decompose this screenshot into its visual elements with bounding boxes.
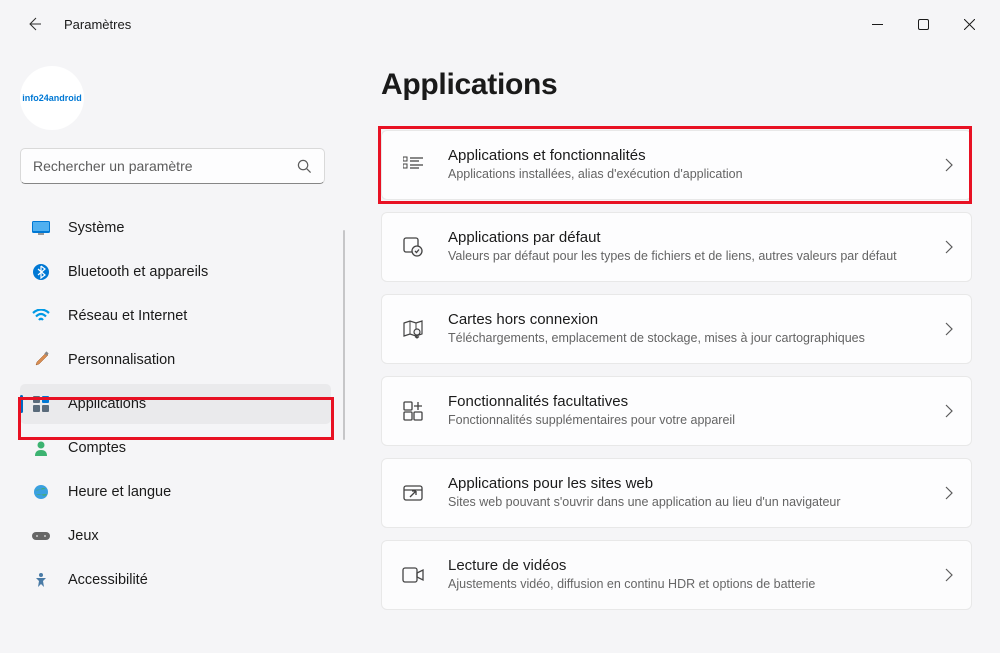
search-icon bbox=[297, 159, 312, 174]
close-button[interactable] bbox=[946, 8, 992, 40]
settings-card-list: Applications et fonctionnalités Applicat… bbox=[381, 130, 972, 610]
sidebar-item-personalization[interactable]: Personnalisation bbox=[20, 340, 331, 380]
maximize-button[interactable] bbox=[900, 8, 946, 40]
card-optional-features[interactable]: Fonctionnalités facultatives Fonctionnal… bbox=[381, 376, 972, 446]
card-apps-for-websites[interactable]: Applications pour les sites web Sites we… bbox=[381, 458, 972, 528]
sidebar-item-accounts[interactable]: Comptes bbox=[20, 428, 331, 468]
card-offline-maps[interactable]: Cartes hors connexion Téléchargements, e… bbox=[381, 294, 972, 364]
map-pin-icon bbox=[400, 319, 426, 339]
maximize-icon bbox=[918, 19, 929, 30]
close-icon bbox=[964, 19, 975, 30]
sidebar-item-label: Bluetooth et appareils bbox=[68, 264, 208, 280]
sidebar-item-time-language[interactable]: Heure et langue bbox=[20, 472, 331, 512]
card-subtitle: Sites web pouvant s'ouvrir dans une appl… bbox=[448, 494, 945, 511]
sidebar-item-label: Applications bbox=[68, 396, 146, 412]
sidebar-item-network[interactable]: Réseau et Internet bbox=[20, 296, 331, 336]
search-input-wrapper[interactable] bbox=[20, 148, 325, 184]
minimize-icon bbox=[872, 19, 883, 30]
brush-icon bbox=[32, 351, 50, 369]
sidebar-scrollbar[interactable] bbox=[343, 230, 345, 440]
sidebar-item-label: Jeux bbox=[68, 528, 99, 544]
card-title: Cartes hors connexion bbox=[448, 311, 945, 328]
card-title: Applications pour les sites web bbox=[448, 475, 945, 492]
card-title: Lecture de vidéos bbox=[448, 557, 945, 574]
card-subtitle: Ajustements vidéo, diffusion en continu … bbox=[448, 576, 945, 593]
sidebar-item-bluetooth[interactable]: Bluetooth et appareils bbox=[20, 252, 331, 292]
nav-list: Système Bluetooth et appareils Réseau et… bbox=[20, 208, 345, 600]
sidebar: info24android Système Bluetooth et appar… bbox=[0, 48, 345, 653]
chevron-right-icon bbox=[945, 158, 953, 172]
sidebar-item-label: Comptes bbox=[68, 440, 126, 456]
list-details-icon bbox=[400, 156, 426, 174]
chevron-right-icon bbox=[945, 486, 953, 500]
sidebar-item-system[interactable]: Système bbox=[20, 208, 331, 248]
sidebar-item-label: Système bbox=[68, 220, 124, 236]
sidebar-item-label: Accessibilité bbox=[68, 572, 148, 588]
card-apps-features[interactable]: Applications et fonctionnalités Applicat… bbox=[381, 130, 972, 200]
chevron-right-icon bbox=[945, 568, 953, 582]
card-subtitle: Valeurs par défaut pour les types de fic… bbox=[448, 248, 945, 265]
sidebar-item-applications[interactable]: Applications bbox=[20, 384, 331, 424]
open-window-icon bbox=[400, 483, 426, 503]
globe-icon bbox=[32, 483, 50, 501]
sidebar-item-label: Heure et langue bbox=[68, 484, 171, 500]
card-title: Applications et fonctionnalités bbox=[448, 147, 945, 164]
search-input[interactable] bbox=[33, 158, 297, 174]
card-subtitle: Téléchargements, emplacement de stockage… bbox=[448, 330, 945, 347]
card-default-apps[interactable]: Applications par défaut Valeurs par défa… bbox=[381, 212, 972, 282]
person-icon bbox=[32, 439, 50, 457]
apps-icon bbox=[32, 395, 50, 413]
video-icon bbox=[400, 567, 426, 583]
titlebar: Paramètres bbox=[0, 0, 1000, 48]
sidebar-item-label: Réseau et Internet bbox=[68, 308, 187, 324]
chevron-right-icon bbox=[945, 404, 953, 418]
gamepad-icon bbox=[32, 527, 50, 545]
avatar[interactable]: info24android bbox=[20, 66, 84, 130]
card-title: Applications par défaut bbox=[448, 229, 945, 246]
bluetooth-icon bbox=[32, 263, 50, 281]
back-button[interactable] bbox=[24, 14, 44, 34]
arrow-left-icon bbox=[26, 16, 42, 32]
card-title: Fonctionnalités facultatives bbox=[448, 393, 945, 410]
card-subtitle: Fonctionnalités supplémentaires pour vot… bbox=[448, 412, 945, 429]
page-title: Applications bbox=[381, 68, 972, 102]
window-title: Paramètres bbox=[64, 17, 131, 32]
monitor-icon bbox=[32, 219, 50, 237]
default-app-icon bbox=[400, 237, 426, 257]
sidebar-item-accessibility[interactable]: Accessibilité bbox=[20, 560, 331, 600]
minimize-button[interactable] bbox=[854, 8, 900, 40]
card-subtitle: Applications installées, alias d'exécuti… bbox=[448, 166, 945, 183]
sidebar-item-gaming[interactable]: Jeux bbox=[20, 516, 331, 556]
accessibility-icon bbox=[32, 571, 50, 589]
wifi-icon bbox=[32, 307, 50, 325]
chevron-right-icon bbox=[945, 322, 953, 336]
main-content: Applications Applications et fonctionnal… bbox=[345, 48, 1000, 653]
sidebar-item-label: Personnalisation bbox=[68, 352, 175, 368]
card-video-playback[interactable]: Lecture de vidéos Ajustements vidéo, dif… bbox=[381, 540, 972, 610]
features-icon bbox=[400, 401, 426, 421]
avatar-image: info24android bbox=[22, 93, 82, 103]
chevron-right-icon bbox=[945, 240, 953, 254]
